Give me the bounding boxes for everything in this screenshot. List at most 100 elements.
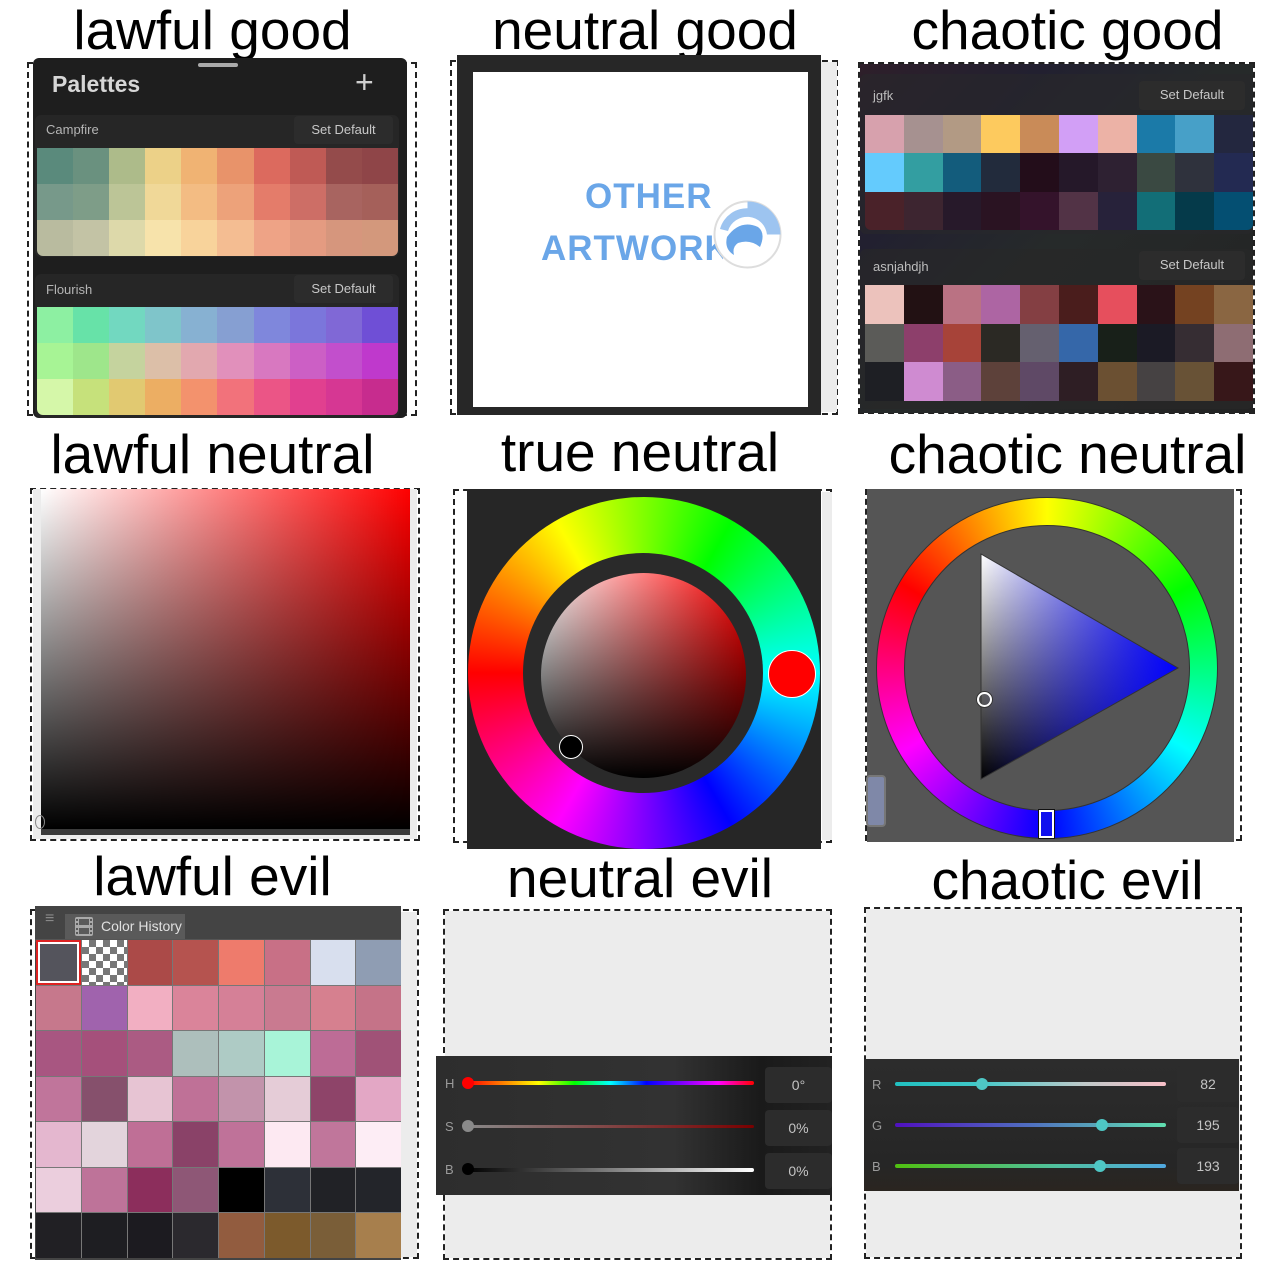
saturation-slider-knob[interactable] [462, 1120, 474, 1132]
set-default-button[interactable]: Set Default [1139, 251, 1245, 280]
color-swatch[interactable] [310, 1031, 356, 1076]
color-swatch[interactable] [219, 1213, 264, 1258]
color-swatch[interactable] [325, 148, 362, 184]
color-swatch[interactable] [73, 220, 110, 256]
color-swatch[interactable] [981, 191, 1021, 230]
color-swatch[interactable] [1175, 362, 1215, 401]
color-swatch[interactable] [356, 1167, 401, 1213]
saturation-slider-track[interactable] [467, 1125, 754, 1128]
color-swatch[interactable] [173, 985, 218, 1031]
color-swatch[interactable] [37, 379, 74, 415]
color-swatch[interactable] [145, 148, 182, 184]
color-swatch[interactable] [325, 379, 362, 415]
color-swatch[interactable] [1136, 115, 1176, 154]
color-swatch[interactable] [356, 1031, 401, 1076]
color-swatch[interactable] [903, 115, 943, 154]
color-swatch[interactable] [264, 985, 310, 1031]
hue-selector-handle[interactable] [1038, 809, 1055, 839]
color-swatch[interactable] [1175, 323, 1215, 363]
color-swatch[interactable] [37, 148, 74, 184]
color-swatch[interactable] [1020, 362, 1059, 401]
color-swatch[interactable] [325, 307, 362, 343]
color-swatch[interactable] [361, 184, 398, 220]
color-swatch[interactable] [289, 220, 326, 256]
color-swatch[interactable] [253, 379, 290, 415]
color-swatch[interactable] [36, 1122, 81, 1167]
color-swatch[interactable] [361, 148, 398, 184]
color-swatch[interactable] [1058, 153, 1098, 192]
panel-menu-icon[interactable]: ≡ [45, 910, 54, 928]
color-swatch[interactable] [361, 379, 398, 415]
color-swatch[interactable] [289, 379, 326, 415]
color-swatch[interactable] [1214, 362, 1253, 401]
color-swatch[interactable] [361, 343, 398, 379]
color-swatch[interactable] [81, 1167, 127, 1213]
color-swatch[interactable] [1058, 191, 1098, 230]
color-swatch[interactable] [981, 153, 1021, 192]
color-swatch[interactable] [253, 148, 290, 184]
color-swatch[interactable] [145, 184, 182, 220]
color-swatch[interactable] [109, 307, 146, 343]
color-swatch[interactable] [1214, 115, 1253, 154]
set-default-button[interactable]: Set Default [294, 116, 393, 144]
color-swatch[interactable] [356, 1213, 401, 1258]
set-default-button[interactable]: Set Default [1139, 81, 1245, 110]
color-swatch[interactable] [1020, 153, 1059, 192]
color-swatch[interactable] [1058, 362, 1098, 401]
add-palette-icon[interactable]: + [355, 64, 374, 101]
red-value-field[interactable]: 82 [1177, 1066, 1239, 1102]
saturation-brightness-picker[interactable] [35, 489, 410, 829]
color-swatch[interactable] [127, 985, 173, 1031]
color-swatch[interactable] [109, 343, 146, 379]
tab-color-history[interactable]: Color History [65, 914, 185, 939]
color-swatch[interactable] [264, 1076, 310, 1122]
color-swatch[interactable] [173, 1031, 218, 1076]
color-swatch[interactable] [1136, 191, 1176, 230]
color-swatch[interactable] [1097, 191, 1137, 230]
transparent-swatch[interactable] [81, 940, 127, 985]
color-swatch[interactable] [264, 1122, 310, 1167]
red-slider-track[interactable] [895, 1082, 1166, 1086]
color-swatch[interactable] [865, 362, 904, 401]
color-swatch[interactable] [73, 184, 110, 220]
color-swatch[interactable] [81, 1031, 127, 1076]
green-slider-knob[interactable] [1096, 1119, 1109, 1131]
color-swatch[interactable] [981, 362, 1021, 401]
color-swatch[interactable] [1175, 153, 1215, 192]
color-swatch[interactable] [217, 343, 254, 379]
color-swatch[interactable] [1097, 323, 1137, 363]
blue-value-field[interactable]: 193 [1177, 1148, 1239, 1184]
color-swatch[interactable] [37, 343, 74, 379]
color-swatch[interactable] [219, 1031, 264, 1076]
color-swatch[interactable] [173, 1167, 218, 1213]
triangle-cursor[interactable] [977, 692, 992, 707]
color-swatch-button[interactable] [866, 775, 886, 827]
color-swatch[interactable] [361, 220, 398, 256]
color-swatch[interactable] [173, 1122, 218, 1167]
color-swatch[interactable] [219, 1122, 264, 1167]
red-slider-knob[interactable] [975, 1078, 988, 1090]
color-swatch[interactable] [903, 191, 943, 230]
color-swatch[interactable] [310, 985, 356, 1031]
color-swatch[interactable] [1058, 285, 1098, 324]
color-swatch[interactable] [264, 1167, 310, 1213]
color-swatch[interactable] [865, 115, 904, 154]
drag-handle[interactable] [198, 63, 238, 67]
color-swatch[interactable] [356, 985, 401, 1031]
color-swatch[interactable] [1020, 191, 1059, 230]
color-swatch[interactable] [1097, 115, 1137, 154]
color-swatch[interactable] [1097, 153, 1137, 192]
color-swatch[interactable] [181, 184, 218, 220]
blue-slider-knob[interactable] [1094, 1160, 1107, 1172]
color-swatch[interactable] [127, 940, 173, 985]
color-swatch[interactable] [942, 191, 982, 230]
color-swatch[interactable] [1020, 115, 1059, 154]
color-swatch[interactable] [310, 940, 356, 985]
color-swatch[interactable] [73, 307, 110, 343]
color-swatch[interactable] [217, 379, 254, 415]
color-swatch[interactable] [127, 1122, 173, 1167]
color-swatch[interactable] [289, 184, 326, 220]
color-swatch[interactable] [81, 1122, 127, 1167]
color-swatch[interactable] [356, 1122, 401, 1167]
color-swatch[interactable] [903, 153, 943, 192]
